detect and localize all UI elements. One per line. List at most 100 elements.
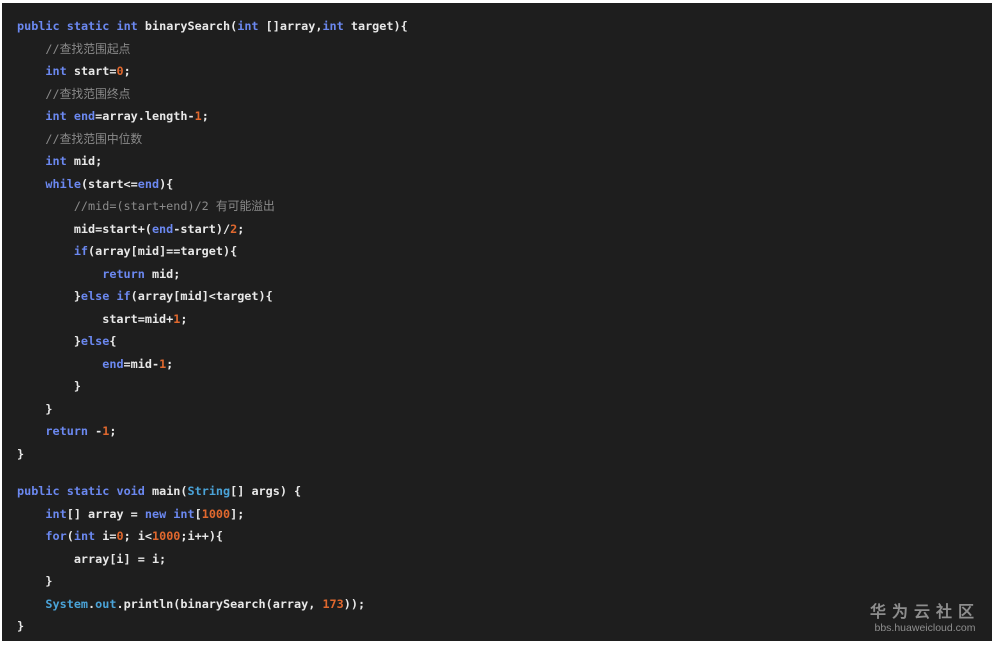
code-token: System <box>45 596 89 611</box>
code-token: { <box>109 334 117 348</box>
code-line: while(start<=end){ <box>17 173 408 196</box>
code-line: array[i] = i; <box>17 548 408 571</box>
code-token: [] args) { <box>230 484 302 498</box>
code-token: ; <box>123 64 131 78</box>
code-token: 173 <box>322 596 344 611</box>
code-token: static <box>66 484 110 498</box>
code-line: return mid; <box>17 263 408 286</box>
code-line: } <box>17 615 408 638</box>
code-line: } <box>17 443 408 466</box>
code-line: public static int binarySearch(int []arr… <box>17 15 408 38</box>
code-token: int <box>237 19 259 33</box>
code-token: (array[mid]==target){ <box>88 244 238 258</box>
code-token: ){ <box>159 176 174 191</box>
code-token: mid=start+( <box>17 221 152 236</box>
code-token: main( <box>144 484 188 498</box>
code-token: while <box>45 176 81 191</box>
code-token: static <box>66 19 110 33</box>
code-token: } <box>17 619 25 633</box>
code-line: int[] array = new int[1000]; <box>17 503 408 526</box>
code-token: } <box>17 379 81 393</box>
code-token: out <box>95 596 117 611</box>
code-token: ; <box>201 109 209 123</box>
code-token: 1 <box>194 109 202 123</box>
code-token: ]; <box>230 506 245 521</box>
code-token: new <box>144 506 167 521</box>
code-token: =array.length- <box>95 109 195 123</box>
code-token: public <box>17 19 60 33</box>
code-token: ; i< <box>123 529 152 543</box>
code-token: -start)/ <box>173 221 231 236</box>
watermark-title: 华为云社区 <box>869 602 980 621</box>
code-token: ; <box>109 424 117 438</box>
code-token: int <box>45 154 67 168</box>
code-token: end <box>102 356 124 371</box>
code-token: int <box>116 19 138 33</box>
code-token: 1000 <box>152 529 181 543</box>
code-token: //查找范围起点 <box>45 41 131 56</box>
code-token: ; <box>166 356 174 371</box>
code-token: } <box>17 574 53 588</box>
code-line: } <box>17 398 408 421</box>
code-editor-panel: public static int binarySearch(int []arr… <box>2 3 992 641</box>
code-token: start= <box>66 64 117 78</box>
code-token: (array[mid]<target){ <box>130 289 273 303</box>
code-token: return <box>45 424 89 438</box>
code-token: else <box>80 334 110 348</box>
code-token: mid; <box>66 154 103 168</box>
code-token: int <box>73 529 96 543</box>
code-token: ( <box>66 529 74 543</box>
code-token: //mid=(start+end)/2 有可能溢出 <box>73 199 275 213</box>
code-token: end <box>73 109 96 123</box>
code-token: (start<= <box>80 176 138 191</box>
code-token: for <box>45 529 67 543</box>
code-token: target){ <box>343 19 408 33</box>
code-line: }else{ <box>17 330 408 353</box>
code-token: binarySearch( <box>137 19 238 33</box>
code-line: return -1; <box>17 420 408 443</box>
code-token: void <box>116 484 145 498</box>
code-token: end <box>137 176 160 191</box>
code-token: )); <box>343 596 366 611</box>
code-token: int <box>322 19 344 33</box>
code-token: String <box>187 484 231 498</box>
code-line: start=mid+1; <box>17 308 408 331</box>
huawei-cloud-watermark: 华为云社区 bbs.huaweicloud.com <box>870 602 980 635</box>
code-token: 0 <box>116 64 124 78</box>
code-token: [ <box>194 506 202 521</box>
code-line: //查找范围中位数 <box>17 128 408 151</box>
code-block: public static int binarySearch(int []arr… <box>17 15 408 638</box>
code-token: 0 <box>116 529 124 543</box>
code-line: } <box>17 570 408 593</box>
code-line: int start=0; <box>17 60 408 83</box>
code-token: int <box>45 64 67 78</box>
code-token: 1000 <box>201 506 231 521</box>
code-line: }else if(array[mid]<target){ <box>17 285 408 308</box>
code-token: } <box>17 334 81 348</box>
code-token: [] array = <box>66 506 145 521</box>
code-line: //查找范围终点 <box>17 83 408 106</box>
code-token: return <box>102 266 145 281</box>
code-token: =mid- <box>123 356 160 371</box>
code-token: - <box>88 424 103 438</box>
code-line: } <box>17 375 408 398</box>
code-line: //查找范围起点 <box>17 38 408 61</box>
code-token: mid; <box>144 266 181 281</box>
code-line: int end=array.length-1; <box>17 105 408 128</box>
code-token: int <box>45 506 67 521</box>
code-token: else <box>80 289 110 303</box>
code-token: end <box>151 221 174 236</box>
